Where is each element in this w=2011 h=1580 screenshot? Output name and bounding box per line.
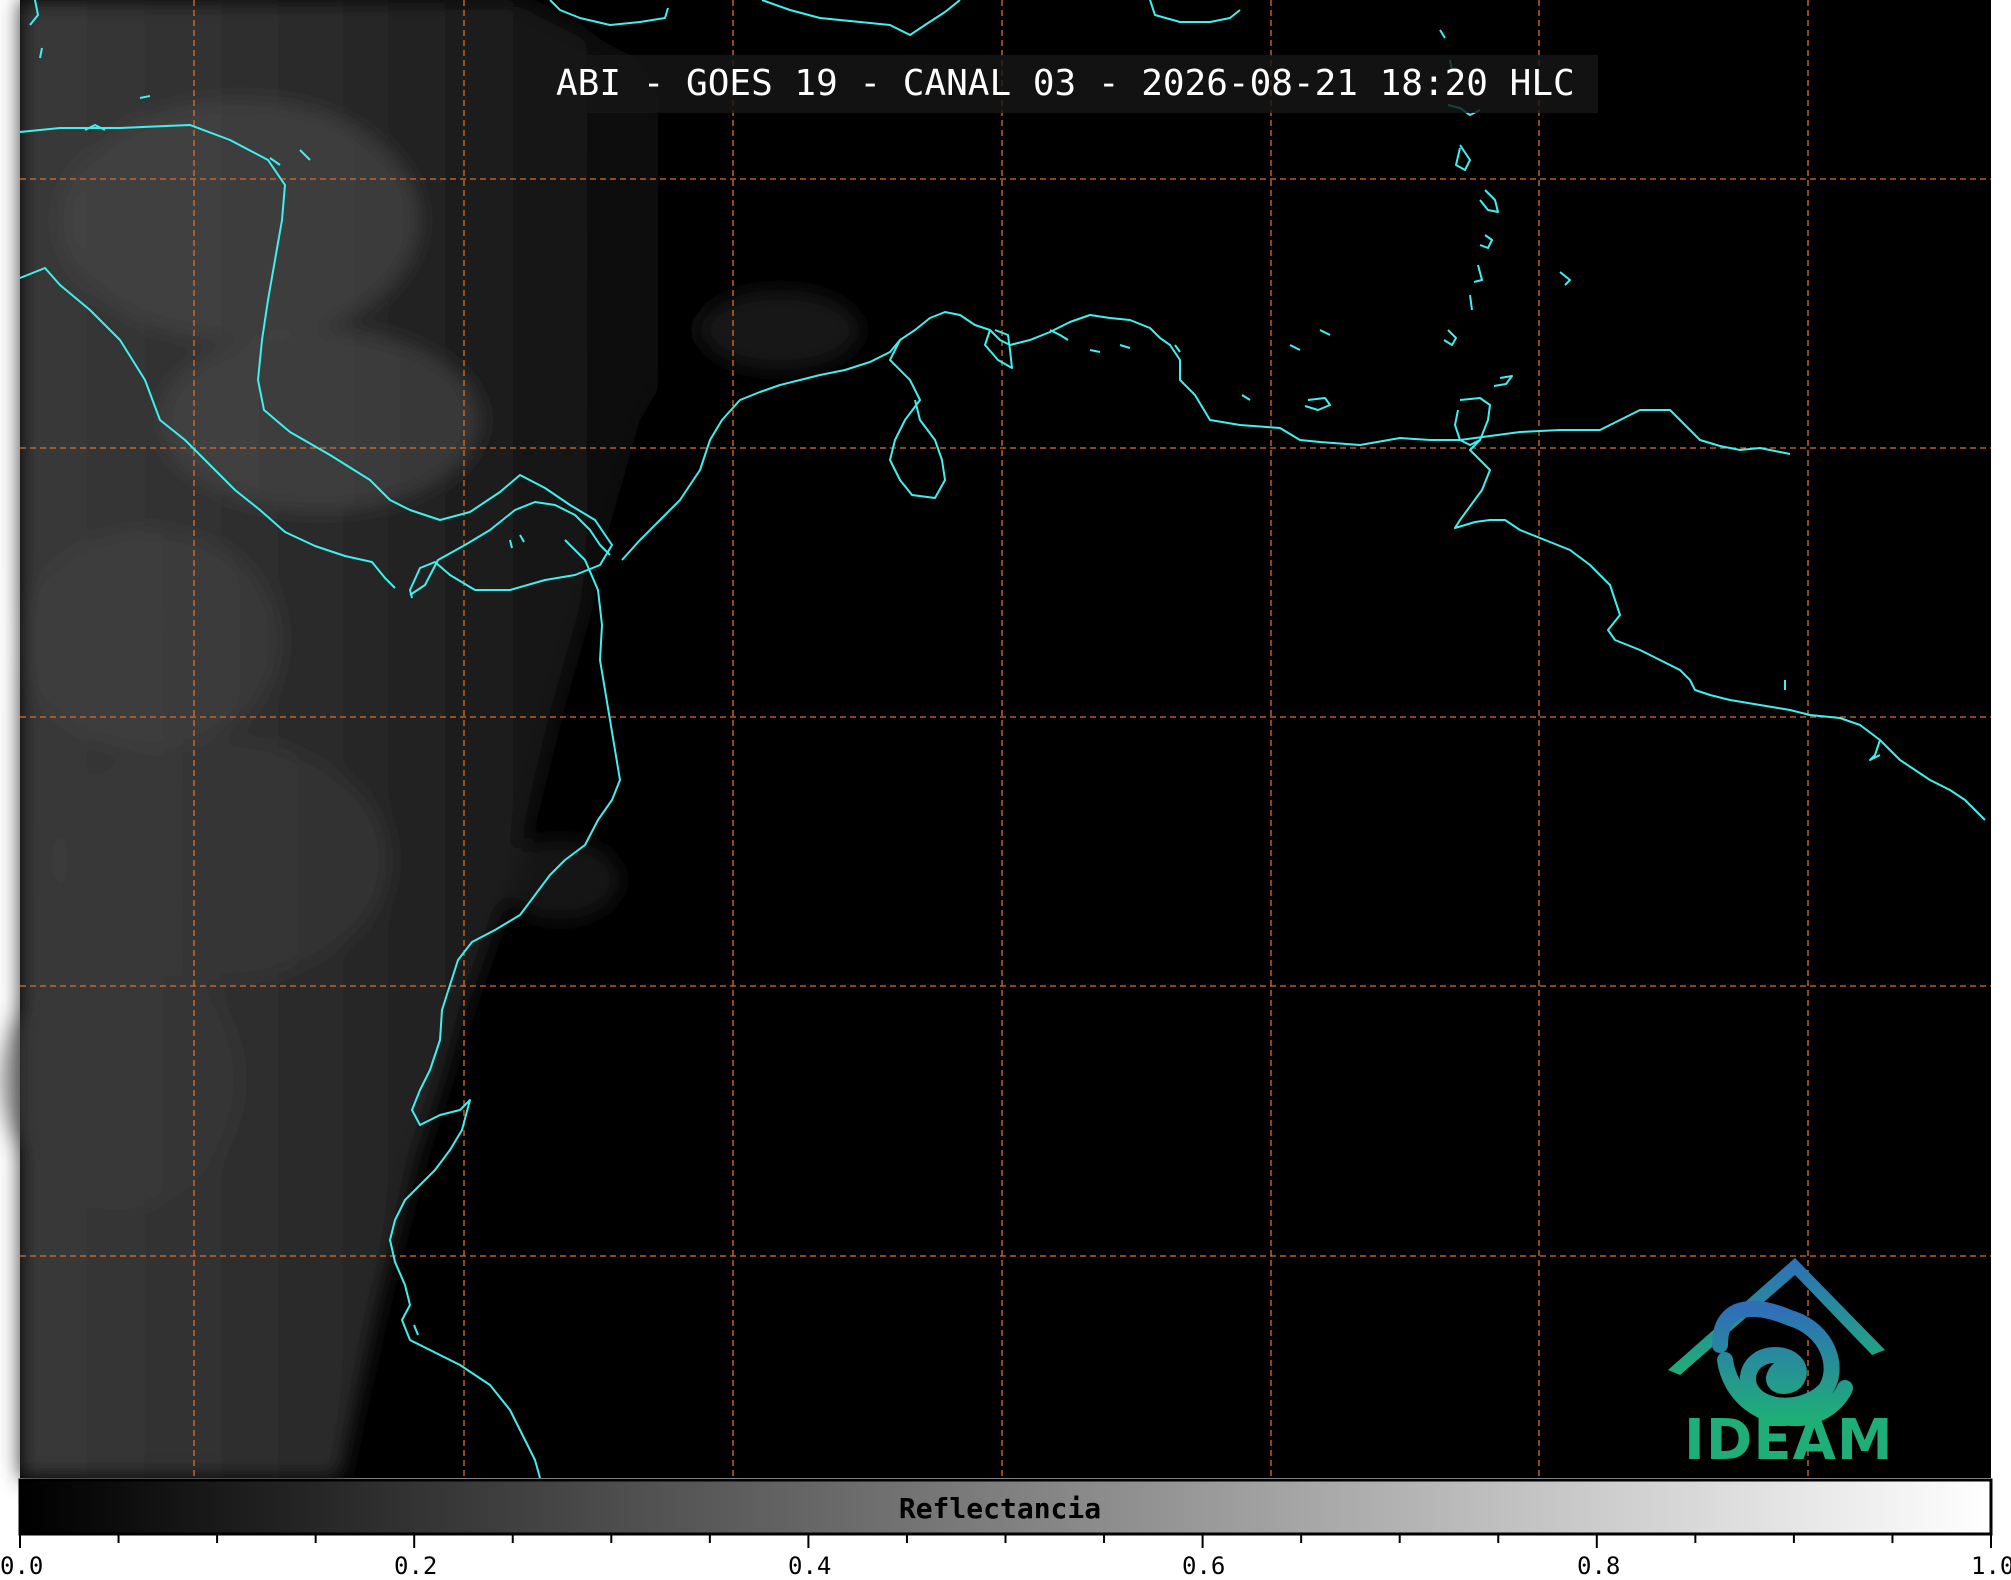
- colorbar-tick-label: 0.2: [394, 1552, 438, 1580]
- colorbar-ticks: [19, 1534, 1992, 1548]
- logo-text: IDEAM: [1684, 1408, 1894, 1473]
- colorbar-tick-label: 0.8: [1577, 1552, 1621, 1580]
- colorbar-label: Reflectancia: [898, 1492, 1102, 1525]
- colorbar-tick-label: 0.0: [0, 1552, 44, 1580]
- satellite-map: [0, 0, 1993, 1548]
- map-title: ABI - GOES 19 - CANAL 03 - 2026-08-21 18…: [533, 55, 1598, 113]
- colorbar-tick-label: 0.4: [788, 1552, 832, 1580]
- colorbar-tick-label: 0.6: [1182, 1552, 1226, 1580]
- colorbar-tick-label: 1.0: [1971, 1552, 2011, 1580]
